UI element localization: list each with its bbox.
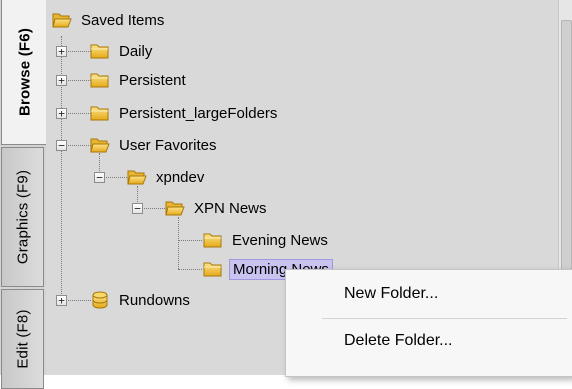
context-menu: New Folder... Delete Folder...: [285, 269, 572, 377]
tree-node-label: Persistent_largeFolders: [119, 104, 278, 122]
scrollbar-thumb[interactable]: [561, 20, 572, 282]
tree-node-label: Saved Items: [81, 11, 165, 29]
tree-node-label: User Favorites: [119, 136, 217, 154]
tree-node-persistent[interactable]: Persistent: [90, 68, 189, 92]
expand-toggle-persistent[interactable]: +: [56, 75, 67, 86]
tab-browse-label: Browse (F6): [16, 27, 33, 117]
folder-open-icon: [52, 11, 72, 29]
tree-node-xpn-news[interactable]: XPN News: [165, 196, 270, 220]
folder-open-icon: [165, 199, 185, 217]
tree-node-label: Persistent: [119, 71, 186, 89]
tab-strip: Browse (F6) Graphics (F9) Edit (F8): [0, 0, 47, 389]
collapse-toggle-xpndev[interactable]: −: [94, 172, 105, 183]
tab-graphics[interactable]: Graphics (F9): [1, 147, 44, 287]
menu-item-new-folder[interactable]: New Folder...: [344, 285, 438, 303]
tree-node-label: Rundowns: [119, 291, 190, 309]
expand-toggle-persistent-large[interactable]: +: [56, 108, 67, 119]
tree-node-label: XPN News: [194, 199, 267, 217]
menu-separator: [322, 318, 567, 319]
tree-line: [178, 240, 202, 241]
collapse-toggle-user-favorites[interactable]: −: [56, 140, 67, 151]
folder-icon: [90, 71, 110, 89]
tab-browse[interactable]: Browse (F6): [1, 0, 47, 145]
menu-item-delete-folder[interactable]: Delete Folder...: [344, 332, 453, 350]
expand-toggle-rundowns[interactable]: +: [56, 295, 67, 306]
tree-node-saved-items[interactable]: Saved Items: [52, 8, 167, 32]
tree-node-daily[interactable]: Daily: [90, 39, 155, 63]
tree-line: [178, 269, 202, 270]
tree-node-label: xpndev: [156, 168, 205, 186]
tree-node-label: Evening News: [232, 231, 328, 249]
collapse-toggle-xpn-news[interactable]: −: [132, 203, 143, 214]
tree-node-label: Daily: [119, 42, 153, 60]
tree-node-user-favorites[interactable]: User Favorites: [90, 133, 220, 157]
tab-graphics-label: Graphics (F9): [14, 169, 31, 265]
tree-node-rundowns[interactable]: Rundowns: [90, 288, 193, 312]
folder-icon: [90, 42, 110, 60]
folder-open-icon: [127, 168, 147, 186]
tab-edit-label: Edit (F8): [14, 309, 31, 369]
tab-edit[interactable]: Edit (F8): [1, 289, 44, 389]
database-icon: [90, 291, 110, 309]
expand-toggle-daily[interactable]: +: [56, 46, 67, 57]
tree-node-xpndev[interactable]: xpndev: [127, 165, 207, 189]
folder-icon: [203, 260, 223, 278]
folder-open-icon: [90, 136, 110, 154]
tree-line: [178, 217, 179, 269]
tree-node-persistent-large-folders[interactable]: Persistent_largeFolders: [90, 101, 280, 125]
folder-icon: [90, 104, 110, 122]
tree-node-evening-news[interactable]: Evening News: [203, 228, 331, 252]
folder-icon: [203, 231, 223, 249]
